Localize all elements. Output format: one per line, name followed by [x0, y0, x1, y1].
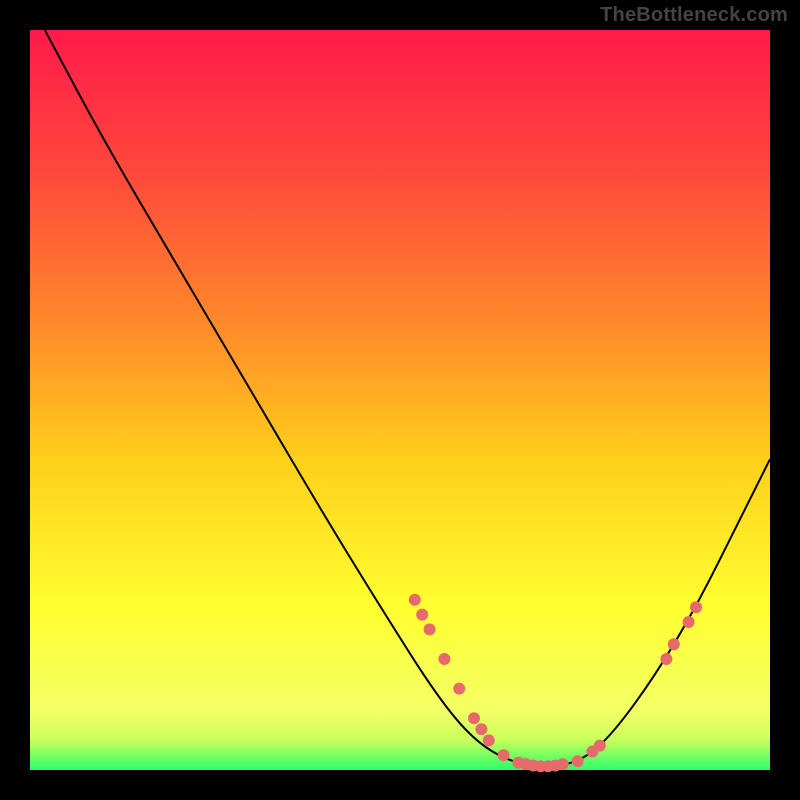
curve-marker [475, 723, 487, 735]
curve-marker [416, 609, 428, 621]
plot-background [30, 30, 770, 770]
curve-marker [572, 755, 584, 767]
curve-marker [690, 601, 702, 613]
curve-marker [683, 616, 695, 628]
curve-marker [660, 653, 672, 665]
curve-marker [483, 734, 495, 746]
curve-marker [468, 712, 480, 724]
curve-marker [424, 623, 436, 635]
curve-marker [453, 683, 465, 695]
bottleneck-chart [0, 0, 800, 800]
curve-marker [498, 749, 510, 761]
curve-marker [557, 758, 569, 770]
curve-marker [438, 653, 450, 665]
curve-marker [594, 740, 606, 752]
chart-frame: TheBottleneck.com [0, 0, 800, 800]
curve-marker [409, 594, 421, 606]
curve-marker [668, 638, 680, 650]
